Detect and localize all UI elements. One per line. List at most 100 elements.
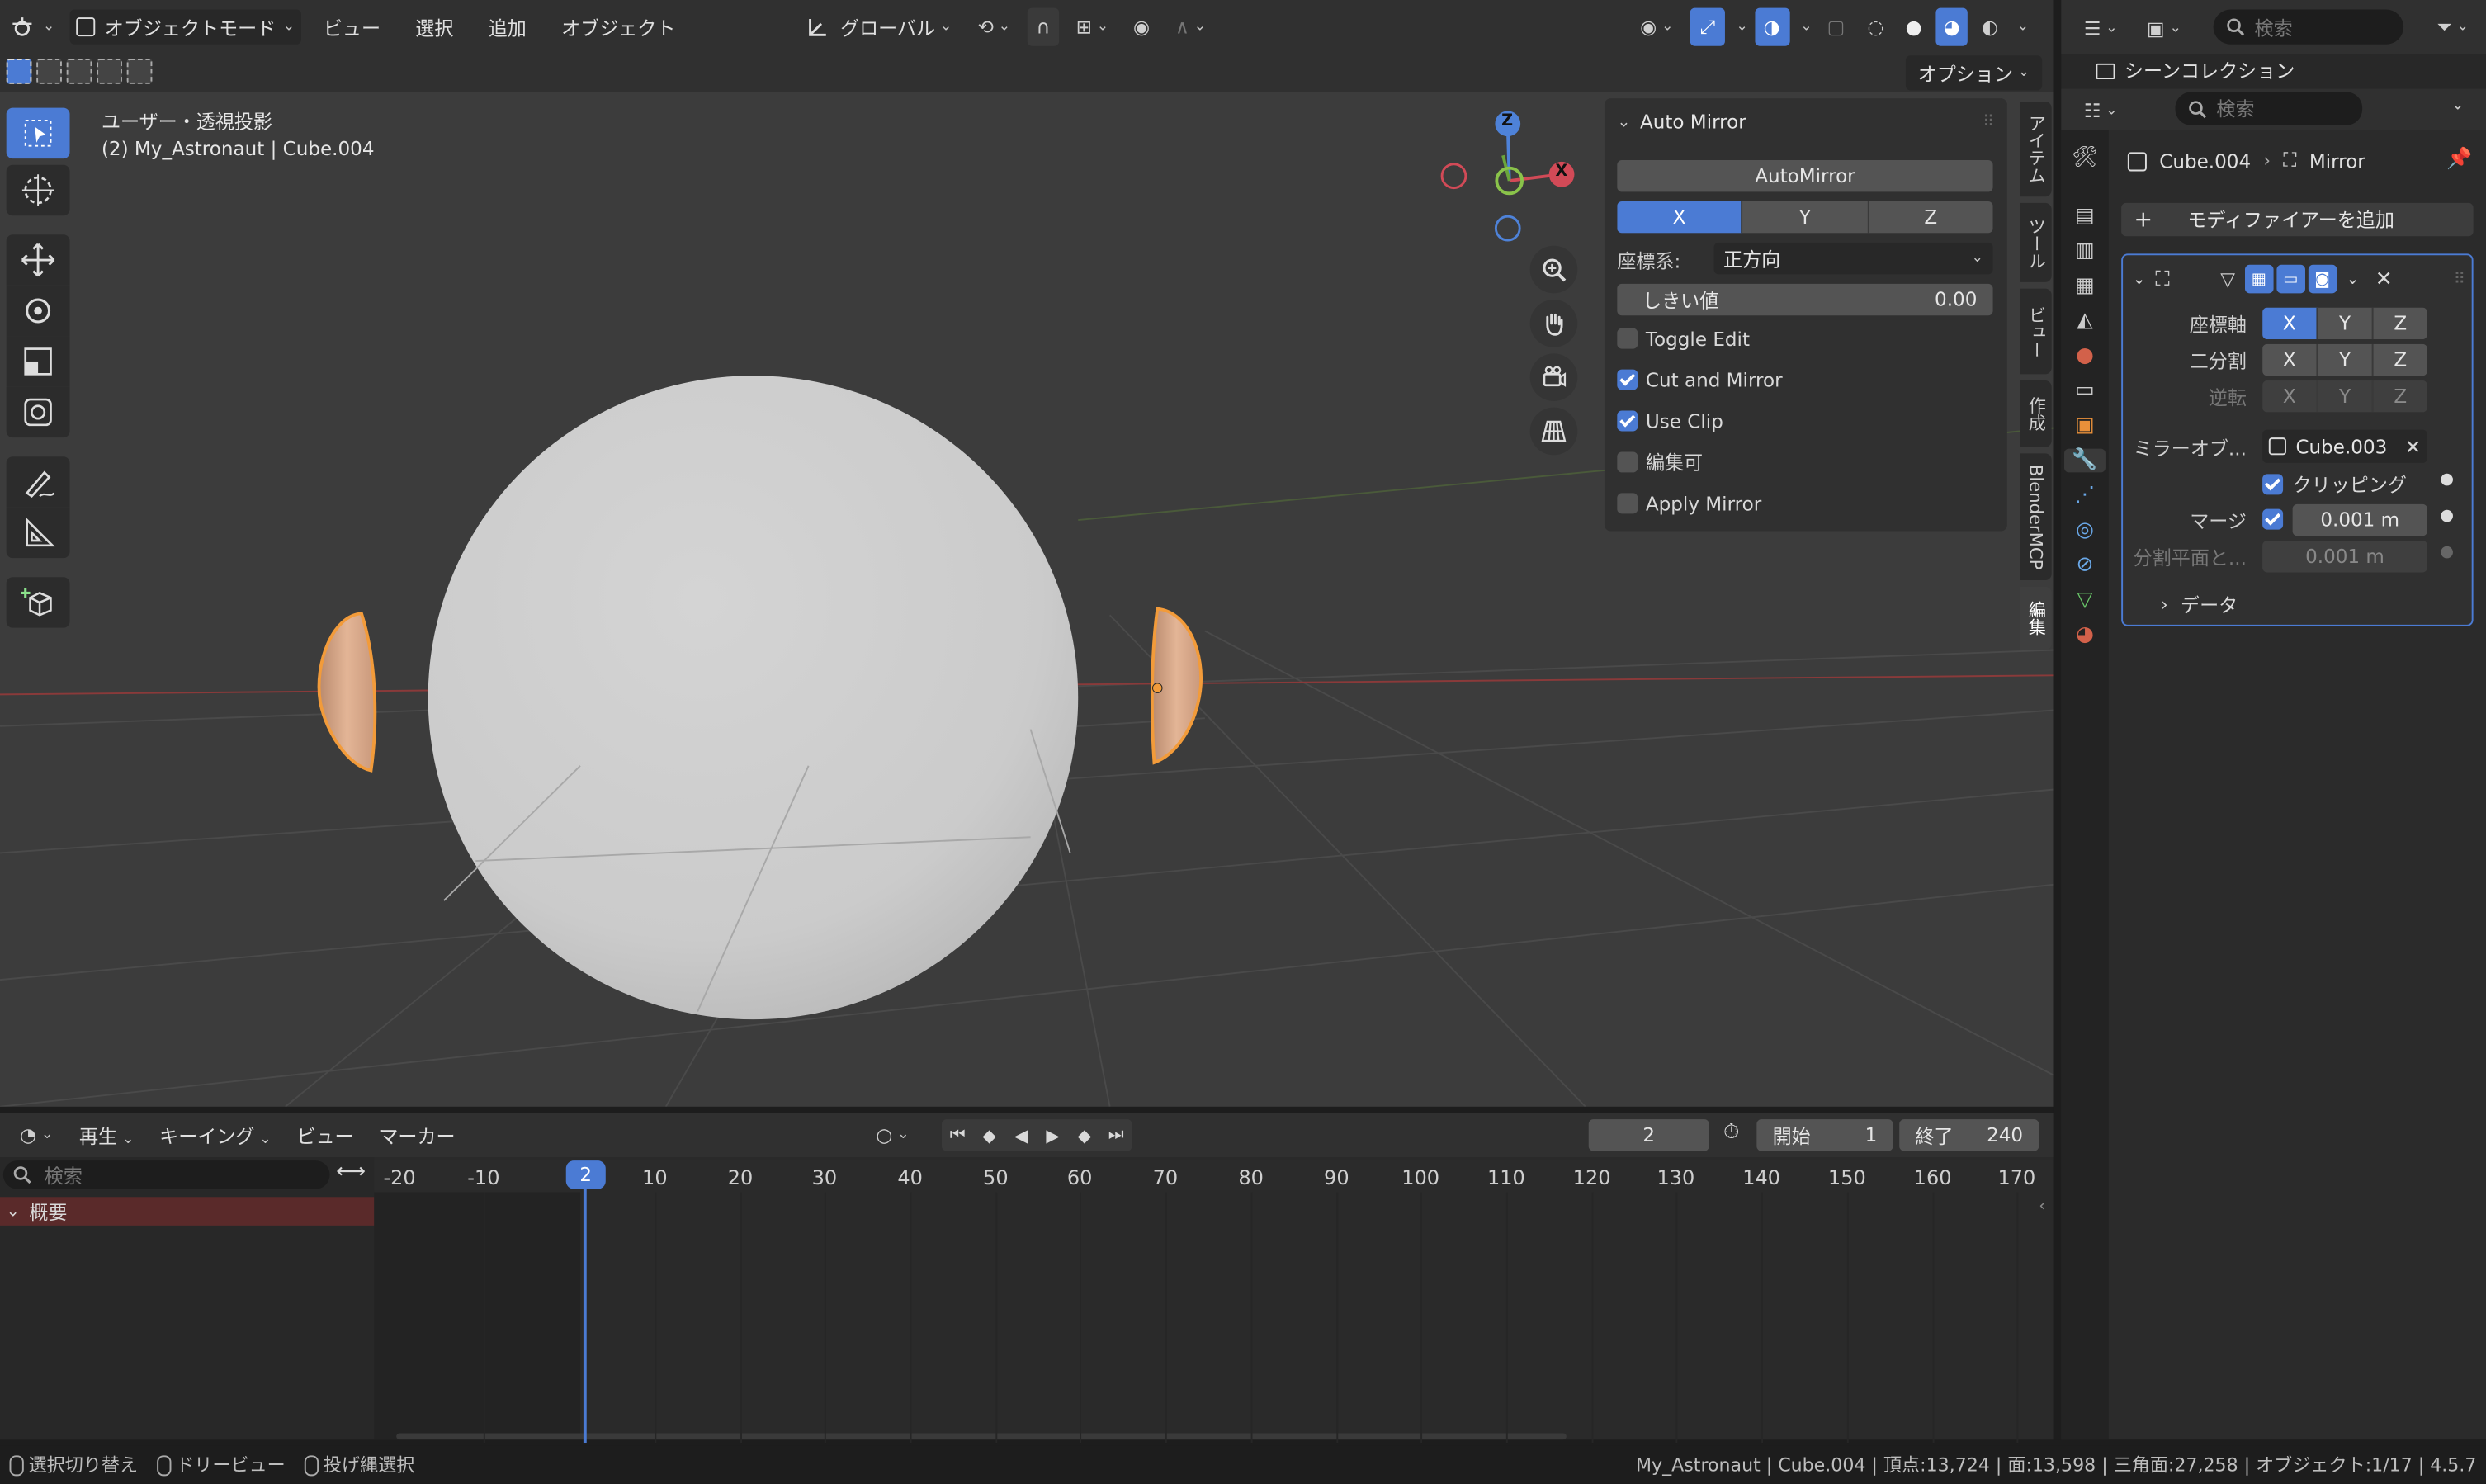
merge-checkbox[interactable] — [2262, 508, 2284, 530]
timeline-editor-icon[interactable]: ◔ ⌄ — [10, 1116, 64, 1154]
swap-arrows-icon[interactable]: ⟷ — [336, 1160, 366, 1184]
collapse-chevron-icon[interactable]: ⌄ — [2133, 271, 2146, 288]
keyframe-dot-icon[interactable]: ● — [2440, 471, 2454, 489]
select-box-tool-icon[interactable] — [6, 107, 70, 159]
render-toggle-icon[interactable]: ◙ — [2308, 264, 2337, 294]
threshold-slider[interactable]: しきい値 0.00 — [1617, 283, 1993, 316]
data-tab-icon[interactable]: ▽ — [2077, 588, 2092, 612]
jump-start-icon[interactable]: ⏮ — [942, 1124, 973, 1146]
snap-target-icon[interactable]: ⊞ ⌄ — [1069, 8, 1117, 46]
horizontal-scrollbar[interactable] — [396, 1433, 1567, 1440]
physics-tab-icon[interactable]: ◎ — [2076, 518, 2094, 542]
data-subpanel-header[interactable]: › データ — [2161, 591, 2238, 618]
axis-y-toggle[interactable]: Y — [2318, 307, 2374, 340]
mode-dropdown[interactable]: オブジェクトモード ⌄ — [69, 9, 301, 45]
select-subtract-icon[interactable] — [66, 59, 92, 84]
end-frame-field[interactable]: 終了 240 — [1899, 1119, 2039, 1151]
tab-tool[interactable]: ツール — [2020, 202, 2052, 282]
properties-search-input[interactable]: 検索 — [2175, 92, 2363, 125]
start-frame-field[interactable]: 開始 1 — [1756, 1119, 1893, 1151]
navigation-gizmo[interactable]: Z X — [1427, 108, 1586, 251]
channel-search-input[interactable]: 検索 — [2, 1160, 330, 1189]
editmode-toggle-icon[interactable]: ▦ — [2244, 264, 2274, 294]
axis-x-button[interactable]: X — [1617, 201, 1743, 234]
cut-and-mirror-checkbox[interactable]: Cut and Mirror — [1617, 369, 1783, 391]
view-layer-tab-icon[interactable]: ▦ — [2075, 274, 2095, 298]
material-tab-icon[interactable]: ◕ — [2076, 623, 2094, 647]
modifier-tab-icon[interactable]: 🔧 — [2064, 448, 2106, 473]
collection-tab-icon[interactable]: ▭ — [2075, 379, 2095, 403]
falloff-icon[interactable]: ∧ ⌄ — [1167, 8, 1215, 46]
properties-editor-icon[interactable]: ☷ ⌄ — [2074, 92, 2128, 130]
render-tab-icon[interactable]: ▤ — [2075, 205, 2095, 229]
breadcrumb-object[interactable]: Cube.004 — [2159, 150, 2251, 173]
bisect-z-toggle[interactable]: Z — [2373, 343, 2427, 376]
prev-keyframe-icon[interactable]: ◆ — [973, 1125, 1004, 1146]
move-tool-icon[interactable] — [6, 234, 70, 286]
measure-tool-icon[interactable] — [6, 507, 70, 559]
output-tab-icon[interactable]: ▥ — [2075, 239, 2095, 263]
camera-view-icon[interactable] — [1529, 353, 1578, 401]
pivot-point-icon[interactable]: ⟲ ⌄ — [971, 8, 1019, 46]
filter-icon[interactable]: ⏷ ⌄ — [2429, 8, 2477, 46]
menu-add[interactable]: 追加 — [489, 14, 527, 41]
xray-icon[interactable]: ▢ — [1818, 8, 1853, 46]
left-ear[interactable] — [317, 612, 377, 773]
drag-handle-icon[interactable]: ⠿ — [2454, 271, 2465, 288]
annotate-tool-icon[interactable] — [6, 456, 70, 508]
editor-type-button[interactable]: ⌄ — [10, 8, 55, 46]
display-mode-icon[interactable]: ▣ ⌄ — [2137, 10, 2191, 48]
orientation-dropdown[interactable]: 正方向 ⌄ — [1713, 242, 1993, 275]
transform-tool-icon[interactable] — [6, 386, 70, 438]
axis-y-button[interactable]: Y — [1742, 201, 1869, 234]
head-sphere[interactable] — [428, 376, 1079, 1020]
drag-handle-icon[interactable]: ⠿ — [1983, 113, 1994, 130]
select-extend-icon[interactable] — [36, 59, 62, 84]
hand-pan-icon[interactable] — [1529, 300, 1578, 347]
flip-y-toggle[interactable]: Y — [2318, 380, 2374, 413]
play-reverse-icon[interactable]: ◀ — [1005, 1125, 1037, 1146]
autokey-record-icon[interactable]: ○ ⌄ — [866, 1116, 919, 1154]
current-frame-field[interactable]: 2 — [1588, 1119, 1709, 1151]
merge-distance-field[interactable]: 0.001 m — [2292, 503, 2427, 536]
tab-edit[interactable]: 編集 — [2020, 586, 2052, 650]
tab-view[interactable]: ビュー — [2020, 288, 2052, 375]
tab-item[interactable]: アイテム — [2020, 101, 2052, 197]
axis-z-button[interactable]: Z — [1869, 201, 1993, 234]
axis-x-toggle[interactable]: X — [2262, 307, 2318, 340]
snap-magnet-icon[interactable]: ∩ — [1027, 7, 1060, 46]
overlay-toggle-icon[interactable]: ◑ — [1754, 7, 1789, 46]
transform-orientation-dropdown[interactable]: グローバル ⌄ — [806, 10, 952, 45]
tab-blendermcp[interactable]: BlenderMCP — [2020, 453, 2052, 581]
playhead-marker[interactable]: 2 — [565, 1160, 606, 1189]
select-intersect-icon[interactable] — [126, 59, 153, 84]
clear-field-close-icon[interactable]: ✕ — [2405, 435, 2421, 457]
axis-z-toggle[interactable]: Z — [2373, 307, 2427, 340]
bisect-y-toggle[interactable]: Y — [2318, 343, 2374, 376]
viewport-toggle-icon[interactable]: ▭ — [2276, 264, 2305, 294]
menu-keying[interactable]: キーイング ⌄ — [159, 1122, 272, 1150]
zoom-icon[interactable] — [1529, 245, 1578, 294]
use-clip-checkbox[interactable]: Use Clip — [1617, 410, 1782, 432]
modifier-menu-chevron-icon[interactable]: ⌄ — [2346, 271, 2359, 288]
shading-material-icon[interactable]: ◕ — [1935, 7, 1968, 46]
perspective-grid-icon[interactable] — [1529, 407, 1578, 456]
outliner-editor-icon[interactable]: ☰ ⌄ — [2074, 10, 2128, 48]
next-keyframe-icon[interactable]: ◆ — [1069, 1125, 1100, 1146]
menu-marker[interactable]: マーカー — [379, 1122, 455, 1150]
flip-z-toggle[interactable]: Z — [2373, 380, 2427, 413]
visibility-eye-icon[interactable]: ◉ ⌄ — [1630, 8, 1684, 46]
remove-modifier-close-icon[interactable]: ✕ — [2375, 267, 2393, 291]
menu-view[interactable]: ビュー — [324, 14, 380, 41]
properties-options-icon[interactable]: ⌄ — [2451, 97, 2465, 114]
mirror-object-field[interactable]: Cube.003 ✕ — [2262, 429, 2427, 463]
flip-x-toggle[interactable]: X — [2262, 380, 2318, 413]
bisect-x-toggle[interactable]: X — [2262, 343, 2318, 376]
toggle-edit-checkbox[interactable]: Toggle Edit — [1617, 328, 1782, 350]
pin-icon[interactable]: 📌 — [2446, 148, 2472, 172]
edit-cage-icon[interactable]: ▽ — [2220, 268, 2235, 291]
scale-tool-icon[interactable] — [6, 336, 70, 387]
outliner-search-input[interactable]: 検索 — [2213, 9, 2404, 45]
object-tab-icon[interactable]: ▣ — [2075, 414, 2095, 437]
options-dropdown[interactable]: オプション ⌄ — [1905, 55, 2043, 91]
